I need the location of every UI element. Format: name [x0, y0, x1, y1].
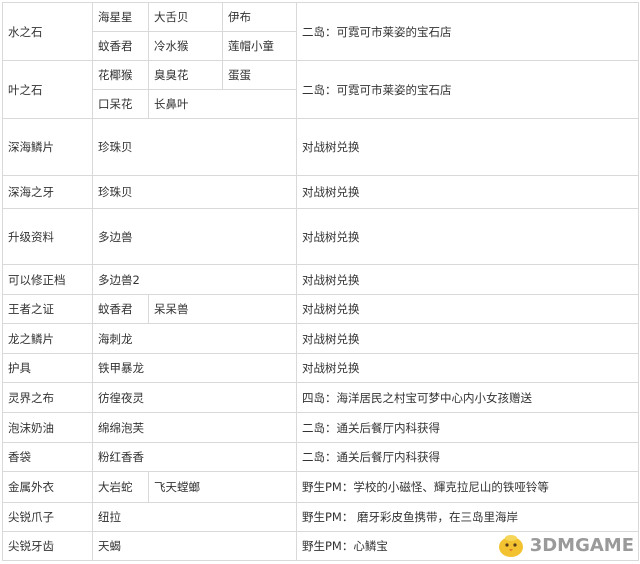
item-cell: 水之石	[2, 2, 93, 61]
pokemon-cell: 蚊香君	[92, 31, 149, 61]
watermark: 3DMGAME	[496, 532, 634, 558]
table-row: 王者之证 蚊香君 呆呆兽 对战树兑换	[2, 294, 639, 324]
pokemon-cell: 粉红香香	[92, 442, 297, 472]
pokemon-cell: 珍珠贝	[92, 118, 297, 176]
table-row: 护具 铁甲暴龙 对战树兑换	[2, 353, 639, 383]
location-cell: 二岛：通关后餐厅内科获得	[296, 442, 639, 472]
table-row: 泡沫奶油 绵绵泡芙 二岛：通关后餐厅内科获得	[2, 412, 639, 443]
pokemon-cell: 冷水猴	[148, 31, 223, 61]
table-row: 深海鳞片 珍珠贝 对战树兑换	[2, 118, 639, 176]
item-cell: 尖锐牙齿	[2, 531, 93, 561]
pokemon-cell: 海刺龙	[92, 323, 297, 354]
item-cell: 龙之鳞片	[2, 323, 93, 354]
pokemon-cell: 珍珠贝	[92, 175, 297, 209]
table-row: 尖锐爪子 纽拉 野生PM： 磨牙彩皮鱼携带，在三岛里海岸	[2, 502, 639, 532]
location-cell: 对战树兑换	[296, 353, 639, 383]
pokemon-cell: 绵绵泡芙	[92, 412, 297, 443]
location-cell: 对战树兑换	[296, 294, 639, 324]
item-cell: 深海之牙	[2, 175, 93, 209]
item-cell: 灵界之布	[2, 382, 93, 413]
item-cell: 可以修正档	[2, 264, 93, 295]
pokemon-cell: 天蝎	[92, 531, 297, 561]
pokemon-cell: 臭臭花	[148, 60, 223, 90]
pokemon-cell: 多边兽	[92, 208, 297, 265]
table-row: 升级资料 多边兽 对战树兑换	[2, 208, 639, 265]
location-cell: 对战树兑换	[296, 208, 639, 265]
item-cell: 深海鳞片	[2, 118, 93, 176]
pokemon-cell: 蚊香君	[92, 294, 149, 324]
item-cell: 升级资料	[2, 208, 93, 265]
location-cell: 二岛：可霓可市莱姿的宝石店	[296, 60, 639, 119]
location-cell: 四岛：海洋居民之村宝可梦中心内小女孩赠送	[296, 382, 639, 413]
pokemon-cell: 铁甲暴龙	[92, 353, 297, 383]
item-cell: 王者之证	[2, 294, 93, 324]
pokemon-cell: 口呆花	[92, 89, 149, 119]
table-row: 金属外衣 大岩蛇 飞天螳螂 野生PM：学校的小磁怪、輝克拉尼山的铁哑铃等	[2, 471, 639, 503]
pokemon-cell: 莲帽小童	[222, 31, 297, 61]
item-cell: 香袋	[2, 442, 93, 472]
watermark-text: 3DMGAME	[529, 534, 634, 556]
pokemon-cell: 伊布	[222, 2, 297, 32]
location-cell: 对战树兑换	[296, 175, 639, 209]
table-row: 可以修正档 多边兽2 对战树兑换	[2, 264, 639, 295]
pokemon-cell: 飞天螳螂	[148, 471, 297, 503]
location-cell: 对战树兑换	[296, 323, 639, 354]
pokemon-cell: 呆呆兽	[148, 294, 297, 324]
pokemon-cell: 蛋蛋	[222, 60, 297, 90]
table-row: 灵界之布 彷徨夜灵 四岛：海洋居民之村宝可梦中心内小女孩赠送	[2, 382, 639, 413]
table-row: 深海之牙 珍珠贝 对战树兑换	[2, 175, 639, 209]
item-cell: 护具	[2, 353, 93, 383]
item-cell: 尖锐爪子	[2, 502, 93, 532]
location-cell: 对战树兑换	[296, 118, 639, 176]
pokemon-cell: 长鼻叶	[148, 89, 297, 119]
pokemon-cell: 彷徨夜灵	[92, 382, 297, 413]
location-cell: 对战树兑换	[296, 264, 639, 295]
pokemon-cell: 花椰猴	[92, 60, 149, 90]
pokemon-cell: 大岩蛇	[92, 471, 149, 503]
pokemon-cell: 大舌贝	[148, 2, 223, 32]
table-row: 香袋 粉红香香 二岛：通关后餐厅内科获得	[2, 442, 639, 472]
evolution-items-table: 水之石 海星星 大舌贝 伊布 二岛：可霓可市莱姿的宝石店 蚊香君 冷水猴 莲帽小…	[2, 2, 639, 561]
location-cell: 二岛：可霓可市莱姿的宝石店	[296, 2, 639, 61]
table-row: 叶之石 花椰猴 臭臭花 蛋蛋 二岛：可霓可市莱姿的宝石店	[2, 60, 639, 119]
item-cell: 泡沫奶油	[2, 412, 93, 443]
location-cell: 野生PM： 磨牙彩皮鱼携带，在三岛里海岸	[296, 502, 639, 532]
location-cell: 野生PM：学校的小磁怪、輝克拉尼山的铁哑铃等	[296, 471, 639, 503]
pokemon-cell: 海星星	[92, 2, 149, 32]
location-cell: 二岛：通关后餐厅内科获得	[296, 412, 639, 443]
pokemon-cell: 纽拉	[92, 502, 297, 532]
pokemon-cell: 多边兽2	[92, 264, 297, 295]
table-row: 龙之鳞片 海刺龙 对战树兑换	[2, 323, 639, 354]
chick-mascot-icon	[498, 535, 523, 557]
table-row: 水之石 海星星 大舌贝 伊布 二岛：可霓可市莱姿的宝石店	[2, 2, 639, 61]
item-cell: 金属外衣	[2, 471, 93, 503]
item-cell: 叶之石	[2, 60, 93, 119]
